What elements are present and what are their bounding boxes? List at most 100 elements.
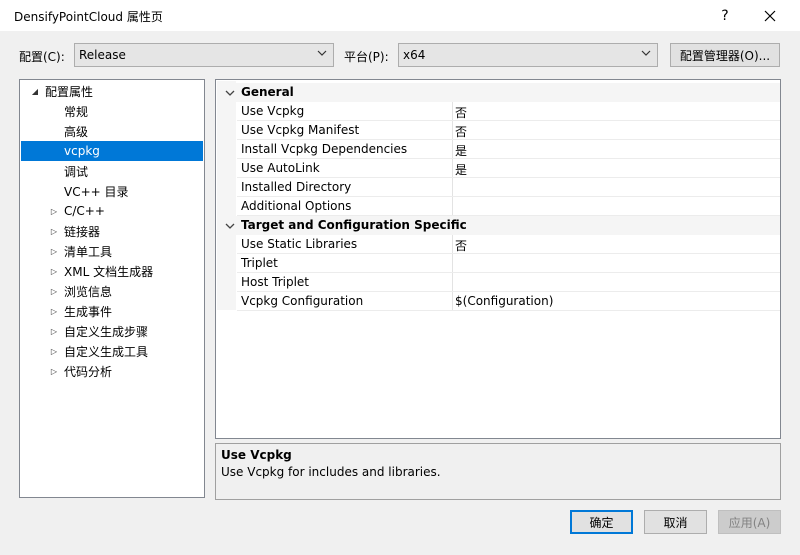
property-value[interactable]: 否 — [455, 123, 467, 140]
tree-item-code-analysis[interactable]: ▷ 代码分析 — [21, 361, 203, 381]
collapsed-arrow-icon[interactable]: ▷ — [49, 286, 59, 296]
tree-item-c-cpp[interactable]: ▷ C/C++ — [21, 201, 203, 221]
collapsed-arrow-icon[interactable]: ▷ — [49, 326, 59, 336]
property-name: Triplet — [241, 256, 278, 270]
platform-select-value: x64 — [403, 48, 426, 62]
expanded-arrow-icon[interactable]: ◢ — [30, 86, 40, 96]
property-tree[interactable]: ◢ 配置属性 常规 高级 vcpkg 调试 VC++ 目录 ▷ C/C++ ▷ … — [19, 79, 205, 498]
property-name: Vcpkg Configuration — [241, 294, 364, 308]
tree-item-label: 代码分析 — [64, 364, 113, 379]
help-button[interactable]: ? — [705, 0, 745, 31]
tree-item-label: C/C++ — [64, 204, 105, 218]
tree-item-label: 浏览信息 — [64, 284, 113, 299]
config-label: 配置(C): — [19, 50, 65, 64]
property-value[interactable]: 是 — [455, 161, 467, 178]
tree-item-label: 高级 — [64, 124, 89, 139]
tree-item-browse-info[interactable]: ▷ 浏览信息 — [21, 281, 203, 301]
tree-item-build-events[interactable]: ▷ 生成事件 — [21, 301, 203, 321]
ok-button[interactable]: 确定 — [570, 510, 633, 534]
tree-item-custom-build-step[interactable]: ▷ 自定义生成步骤 — [21, 321, 203, 341]
tree-item-debugging[interactable]: 调试 — [21, 161, 203, 181]
property-row-use-autolink[interactable]: Use AutoLink 是 — [217, 159, 780, 178]
close-button[interactable] — [750, 0, 790, 31]
tree-item-label: 清单工具 — [64, 244, 113, 259]
tree-item-label: VC++ 目录 — [64, 184, 129, 199]
property-name: Use Vcpkg Manifest — [241, 123, 360, 137]
property-name: Use AutoLink — [241, 161, 320, 175]
tree-item-manifest-tool[interactable]: ▷ 清单工具 — [21, 241, 203, 261]
tree-item-vcpkg[interactable]: vcpkg — [21, 141, 203, 161]
column-divider — [452, 273, 453, 292]
column-divider — [452, 159, 453, 178]
tree-item-label: 常规 — [64, 104, 89, 119]
column-divider — [452, 121, 453, 140]
collapsed-arrow-icon[interactable]: ▷ — [49, 246, 59, 256]
property-row-install-vcpkg-dependencies[interactable]: Install Vcpkg Dependencies 是 — [217, 140, 780, 159]
close-icon — [764, 10, 776, 21]
config-select-value: Release — [79, 48, 126, 62]
property-name: Host Triplet — [241, 275, 310, 289]
property-grid[interactable]: General Use Vcpkg 否 Use Vcpkg Manifest 否… — [215, 79, 781, 439]
tree-item-label: vcpkg — [64, 144, 100, 158]
column-divider — [452, 235, 453, 254]
chevron-down-icon — [317, 50, 327, 56]
property-row-host-triplet[interactable]: Host Triplet — [217, 273, 780, 292]
category-label: Target and Configuration Specific — [241, 218, 467, 232]
collapsed-arrow-icon[interactable]: ▷ — [49, 266, 59, 276]
tree-item-vc-directories[interactable]: VC++ 目录 — [21, 181, 203, 201]
tree-item-custom-build-tool[interactable]: ▷ 自定义生成工具 — [21, 341, 203, 361]
tree-item-config-properties[interactable]: ◢ 配置属性 — [21, 81, 203, 101]
description-pane: Use Vcpkg Use Vcpkg for includes and lib… — [215, 443, 781, 500]
collapsed-arrow-icon[interactable]: ▷ — [49, 346, 59, 356]
row-separator — [237, 310, 780, 311]
tree-item-label: 链接器 — [64, 224, 101, 239]
description-text: Use Vcpkg for includes and libraries. — [221, 465, 441, 479]
column-divider — [452, 140, 453, 159]
property-row-use-vcpkg[interactable]: Use Vcpkg 否 — [217, 102, 780, 121]
category-row-general[interactable]: General — [217, 83, 780, 102]
description-title: Use Vcpkg — [221, 448, 292, 462]
tree-item-label: 配置属性 — [45, 84, 94, 99]
tree-item-linker[interactable]: ▷ 链接器 — [21, 221, 203, 241]
column-divider — [452, 197, 453, 216]
collapsed-arrow-icon[interactable]: ▷ — [49, 226, 59, 236]
property-value[interactable]: 否 — [455, 104, 467, 121]
property-row-triplet[interactable]: Triplet — [217, 254, 780, 273]
property-value[interactable]: 否 — [455, 237, 467, 254]
tree-item-xml-doc-generator[interactable]: ▷ XML 文档生成器 — [21, 261, 203, 281]
tree-item-advanced[interactable]: 高级 — [21, 121, 203, 141]
collapsed-arrow-icon[interactable]: ▷ — [49, 206, 59, 216]
platform-label: 平台(P): — [344, 50, 389, 64]
property-name: Use Static Libraries — [241, 237, 358, 251]
config-select[interactable]: Release — [74, 43, 334, 67]
tree-item-label: XML 文档生成器 — [64, 264, 154, 279]
apply-button[interactable]: 应用(A) — [718, 510, 781, 534]
property-name: Install Vcpkg Dependencies — [241, 142, 408, 156]
property-row-installed-directory[interactable]: Installed Directory — [217, 178, 780, 197]
collapsed-arrow-icon[interactable]: ▷ — [49, 306, 59, 316]
title-bar: DensifyPointCloud 属性页 ? — [0, 0, 800, 31]
property-name: Installed Directory — [241, 180, 352, 194]
platform-select[interactable]: x64 — [398, 43, 658, 67]
collapsed-arrow-icon[interactable]: ▷ — [49, 366, 59, 376]
property-value[interactable]: $(Configuration) — [455, 294, 553, 308]
property-value[interactable]: 是 — [455, 142, 467, 159]
tree-item-general[interactable]: 常规 — [21, 101, 203, 121]
collapse-arrow-icon[interactable] — [225, 221, 235, 231]
property-row-use-vcpkg-manifest[interactable]: Use Vcpkg Manifest 否 — [217, 121, 780, 140]
collapse-arrow-icon[interactable] — [225, 88, 235, 98]
tree-item-label: 自定义生成工具 — [64, 344, 149, 359]
property-row-additional-options[interactable]: Additional Options — [217, 197, 780, 216]
column-divider — [452, 254, 453, 273]
column-divider — [452, 292, 453, 311]
chevron-down-icon — [641, 50, 651, 56]
tree-item-label: 自定义生成步骤 — [64, 324, 149, 339]
property-row-vcpkg-configuration[interactable]: Vcpkg Configuration $(Configuration) — [217, 292, 780, 311]
property-name: Use Vcpkg — [241, 104, 305, 118]
category-row-target-config[interactable]: Target and Configuration Specific — [217, 216, 780, 235]
config-manager-button[interactable]: 配置管理器(O)... — [670, 43, 780, 67]
column-divider — [452, 102, 453, 121]
cancel-button[interactable]: 取消 — [644, 510, 707, 534]
property-row-use-static-libraries[interactable]: Use Static Libraries 否 — [217, 235, 780, 254]
tree-item-label: 生成事件 — [64, 304, 113, 319]
